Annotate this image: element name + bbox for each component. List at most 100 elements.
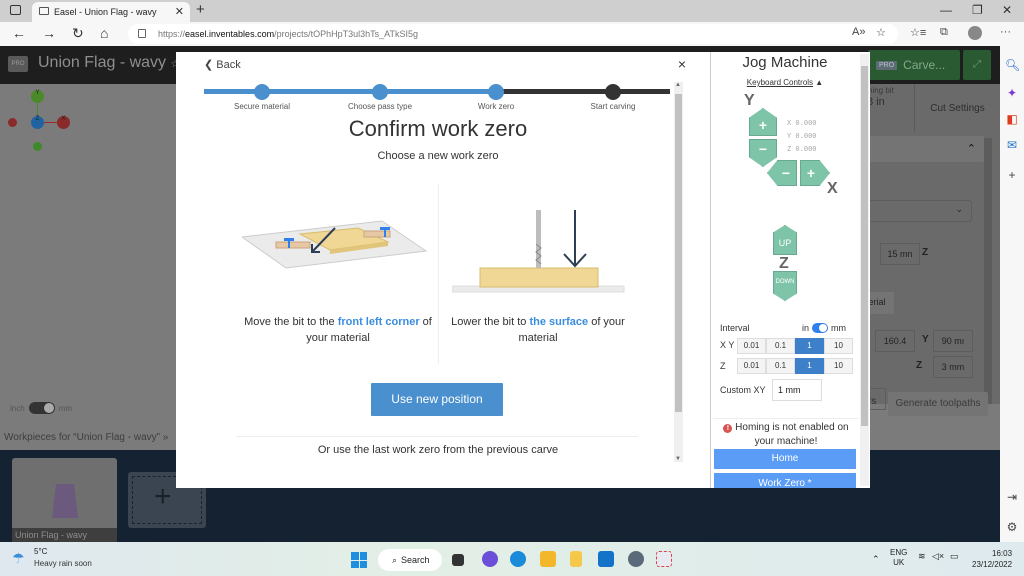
- sidebar-toggle-icon[interactable]: ⇥: [1005, 490, 1019, 504]
- add-favorite-icon[interactable]: ☆: [876, 26, 886, 39]
- custom-xy-input[interactable]: 1 mm: [772, 379, 822, 401]
- back-arrow-icon[interactable]: ←: [12, 25, 26, 41]
- z-interval-option[interactable]: 0.01: [737, 358, 766, 374]
- jog-z-down-button[interactable]: DOWN: [773, 271, 797, 301]
- step-dot-4: [605, 84, 621, 100]
- wifi-icon[interactable]: ≋: [918, 551, 926, 562]
- jog-y-plus-button[interactable]: +: [749, 108, 777, 136]
- confirm-work-zero-modal: ❮ Back × Secure material Choose pass typ…: [176, 52, 710, 488]
- minimize-button[interactable]: —: [940, 3, 952, 17]
- scroll-down-icon[interactable]: ▼: [675, 456, 681, 462]
- z-interval-option[interactable]: 10: [824, 358, 853, 374]
- volume-muted-icon[interactable]: ◁×: [932, 551, 944, 562]
- xy-interval-option[interactable]: 10: [824, 338, 853, 354]
- copilot-icon[interactable]: ✦: [1005, 86, 1019, 100]
- home-button[interactable]: Home: [714, 449, 856, 469]
- weather-temperature[interactable]: 5°C: [34, 547, 47, 556]
- xy-interval-option[interactable]: 0.1: [766, 338, 795, 354]
- gear-icon[interactable]: ⚙: [1005, 520, 1019, 534]
- use-new-position-button[interactable]: Use new position: [371, 383, 503, 416]
- jog-z-up-button[interactable]: UP: [773, 225, 797, 255]
- generate-toolpaths-button[interactable]: Generate toolpaths: [888, 392, 988, 416]
- thickness-z-field[interactable]: 3 mm: [933, 356, 973, 378]
- new-tab-button[interactable]: +: [196, 1, 205, 18]
- office-icon[interactable]: ◧: [1005, 112, 1019, 126]
- interval-label: Interval: [720, 323, 750, 333]
- width-x-field[interactable]: 160.4: [875, 330, 915, 352]
- material-select[interactable]: ⌄: [860, 200, 972, 222]
- jog-title: Jog Machine: [742, 54, 828, 71]
- scroll-up-icon[interactable]: ▲: [675, 82, 681, 88]
- unit-mm-label: mm: [58, 403, 73, 413]
- onedrive-folder-icon[interactable]: [570, 551, 582, 567]
- modal-scrollbar[interactable]: ▲ ▼: [674, 82, 683, 462]
- jog-y-minus-button[interactable]: −: [749, 139, 777, 167]
- xy-interval-option[interactable]: 0.01: [737, 338, 766, 354]
- depth-field[interactable]: 15 mn: [880, 243, 920, 265]
- workpieces-heading[interactable]: Workpieces for “Union Flag - wavy” »: [4, 432, 168, 443]
- units-toggle[interactable]: [28, 402, 55, 414]
- outlook-icon[interactable]: ✉: [1005, 138, 1019, 152]
- expand-icon[interactable]: ⤢: [963, 50, 991, 80]
- more-menu-icon[interactable]: ···: [1000, 26, 1011, 38]
- modal-scrollbar-thumb[interactable]: [675, 94, 682, 412]
- use-last-work-zero-link[interactable]: Or use the last work zero from the previ…: [176, 444, 700, 456]
- right-panel-scrollbar[interactable]: [984, 138, 992, 404]
- language-indicator[interactable]: ENG UK: [890, 548, 907, 568]
- chevron-double-down-icon[interactable]: »: [163, 432, 169, 443]
- tab-actions-icon[interactable]: [10, 5, 21, 15]
- pro-badge: PRO: [876, 60, 898, 70]
- step-label-1: Secure material: [233, 102, 291, 111]
- workpiece-card[interactable]: Union Flag - wavy: [12, 458, 117, 542]
- favorites-icon[interactable]: ☆≡: [910, 26, 926, 39]
- cut-settings-button[interactable]: Cut Settings: [914, 84, 1000, 132]
- jog-x-plus-button[interactable]: +: [800, 160, 830, 186]
- height-y-field[interactable]: 90 mı: [933, 330, 973, 352]
- z-interval-option-selected[interactable]: 1: [795, 358, 824, 374]
- jog-x-minus-button[interactable]: −: [767, 160, 797, 186]
- browser-tab[interactable]: Easel - Union Flag - wavy ✕: [32, 2, 190, 22]
- forward-arrow-icon[interactable]: →: [42, 25, 56, 41]
- show-hidden-icons[interactable]: ⌃: [872, 554, 880, 565]
- weather-description[interactable]: Heavy rain soon: [34, 559, 92, 568]
- lock-icon: [138, 29, 146, 38]
- back-button[interactable]: ❮ Back: [204, 58, 241, 71]
- search-icon[interactable]: 🔍︎: [1005, 58, 1020, 72]
- alert-icon: !: [723, 424, 733, 433]
- teams-chat-icon[interactable]: [482, 551, 498, 567]
- system-clock[interactable]: 16:03 23/12/2022: [972, 548, 1012, 570]
- outlook-taskbar-icon[interactable]: [598, 551, 614, 567]
- edge-browser-icon[interactable]: [510, 551, 526, 567]
- weather-rain-icon[interactable]: ☂: [12, 550, 25, 567]
- z-interval-option[interactable]: 0.1: [766, 358, 795, 374]
- jog-panel-scrollbar[interactable]: [860, 54, 869, 486]
- interval-unit-toggle[interactable]: [812, 323, 829, 333]
- close-tab-icon[interactable]: ✕: [175, 5, 184, 18]
- close-modal-button[interactable]: ×: [678, 56, 686, 72]
- jog-scrollbar-thumb[interactable]: [861, 66, 868, 426]
- snipping-tool-icon[interactable]: [656, 551, 672, 567]
- address-bar[interactable]: https://easel.inventables.com/projects/t…: [128, 24, 898, 44]
- project-title[interactable]: Union Flag - wavy ☆: [38, 54, 179, 72]
- task-view-icon[interactable]: [452, 554, 464, 566]
- profile-avatar[interactable]: [968, 26, 982, 40]
- xy-interval-option-selected[interactable]: 1: [795, 338, 824, 354]
- work-zero-button[interactable]: Work Zero *: [714, 473, 856, 488]
- add-icon[interactable]: +: [1005, 168, 1019, 182]
- battery-icon[interactable]: ▭: [950, 551, 959, 562]
- step-dot-2: [372, 84, 388, 100]
- close-window-button[interactable]: ✕: [1002, 3, 1012, 17]
- windows-start-icon[interactable]: [351, 552, 367, 568]
- carve-button[interactable]: PRO Carve...: [868, 50, 960, 80]
- read-aloud-icon[interactable]: A»: [852, 26, 865, 38]
- settings-gear-icon[interactable]: [628, 551, 644, 567]
- collections-icon[interactable]: ⧉: [940, 26, 948, 39]
- taskbar-search[interactable]: ⌕ Search: [378, 549, 442, 571]
- refresh-icon[interactable]: ↻: [72, 25, 84, 42]
- keyboard-controls-toggle[interactable]: Keyboard Controls ▲: [711, 78, 859, 87]
- right-panel: shing bit /8 in Cut Settings ⌃ ⌄ 15 mn Z…: [860, 84, 1000, 410]
- maximize-button[interactable]: ❐: [972, 3, 983, 17]
- file-explorer-icon[interactable]: [540, 551, 556, 567]
- home-icon[interactable]: ⌂: [100, 25, 108, 41]
- material-section-header[interactable]: ⌃: [860, 136, 984, 162]
